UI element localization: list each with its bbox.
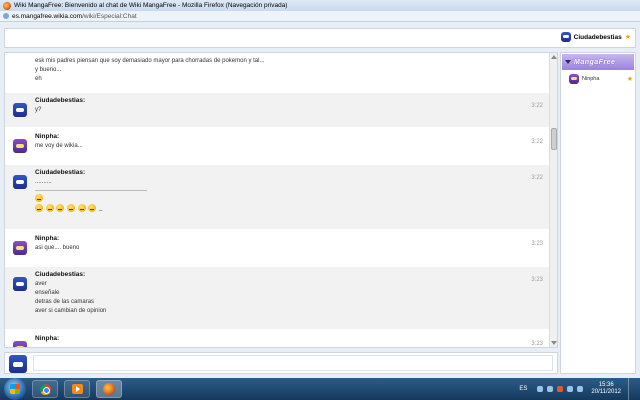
avatar[interactable] (13, 341, 27, 347)
message-line: aver (35, 281, 47, 287)
globe-icon (3, 13, 9, 19)
address-bar[interactable]: es.mangafree.wikia.com/wiki/Especial:Cha… (0, 11, 640, 22)
avatar (560, 32, 571, 42)
current-user[interactable]: Ciudadebestias ★ (560, 32, 631, 42)
chrome-icon (39, 383, 51, 395)
chat-app: Ciudadebestias ★ esk mis padres piensan … (0, 22, 640, 378)
emoticon-icon (56, 203, 65, 212)
message-user[interactable]: Ninpha: (35, 133, 545, 140)
message-time: 3:23 (531, 241, 543, 247)
room-header[interactable]: MangaFree (562, 54, 634, 70)
clock[interactable]: 15:36 20/11/2012 (591, 382, 621, 396)
chevron-down-icon (565, 60, 571, 64)
taskbar: ES 15:36 20/11/2012 (0, 378, 640, 400)
message-line: eh (35, 76, 42, 82)
media-player-icon (71, 384, 83, 394)
emoticon-icon (77, 203, 86, 212)
message-input-row (4, 352, 558, 374)
volume-icon[interactable] (577, 386, 584, 392)
emoticon-icon (45, 203, 54, 212)
chat-message: Ciudadebestias: 3:22 y? (5, 93, 551, 127)
address-path: /wiki/Especial:Chat (82, 12, 137, 20)
message-line: asi que.... bueno (35, 245, 80, 251)
chat-message: Ciudadebestias: 3:23 aver enseñale detra… (5, 267, 551, 329)
message-line: _ (99, 205, 103, 212)
user-list-sidebar: MangaFree Ninpha ★ (560, 52, 636, 374)
avatar (569, 74, 579, 84)
clock-date: 20/11/2012 (591, 389, 621, 395)
firefox-icon (103, 383, 115, 395)
chat-message: Ciudadebestias: 3:22 .......... _ (5, 165, 551, 229)
message-time: 3:23 (531, 277, 543, 283)
message-line: enseñale (35, 290, 60, 296)
tray-icon[interactable] (547, 386, 554, 392)
star-icon: ★ (626, 76, 633, 83)
tray-icon[interactable] (557, 386, 564, 392)
emoticon-icon (35, 203, 43, 212)
emoticon-line: _ (35, 203, 545, 214)
message-time: 3:22 (531, 175, 543, 181)
system-tray: ES 15:36 20/11/2012 (519, 378, 636, 400)
user-name: Ninpha (582, 76, 600, 82)
clock-time: 15:36 (598, 382, 614, 388)
message-time: 3:22 (531, 103, 543, 109)
message-user[interactable]: Ciudadebestias: (35, 271, 545, 278)
avatar[interactable] (13, 103, 27, 117)
current-user-name: Ciudadebestias (573, 33, 622, 41)
chat-message: esk mis padres piensan que soy demasiado… (5, 53, 551, 91)
taskbar-media-player[interactable] (64, 380, 90, 398)
emoticon-line (35, 194, 545, 204)
message-line: detras de las camaras (35, 299, 95, 305)
chat-message: Ninpha: 3:23 asi que.... bueno (5, 231, 551, 265)
address-url[interactable]: es.mangafree.wikia.com/wiki/Especial:Cha… (12, 13, 137, 20)
window-title: Wiki MangaFree: Bienvenido al chat de Wi… (14, 2, 288, 9)
address-host: es.mangafree.wikia.com (12, 12, 83, 20)
tray-icon[interactable] (567, 386, 574, 392)
chat-log[interactable]: esk mis padres piensan que soy demasiado… (4, 52, 558, 348)
language-indicator[interactable]: ES (519, 386, 527, 392)
window-titlebar: Wiki MangaFree: Bienvenido al chat de Wi… (0, 0, 640, 11)
taskbar-chrome[interactable] (32, 380, 58, 398)
avatar[interactable] (13, 139, 27, 153)
star-icon: ★ (624, 34, 631, 41)
windows-start-icon (10, 384, 20, 394)
room-name: MangaFree (574, 58, 616, 66)
message-user[interactable]: Ninpha: (35, 235, 545, 242)
divider (35, 190, 147, 191)
user-list-item[interactable]: Ninpha ★ (569, 74, 633, 84)
message-user[interactable]: Ninpha: (35, 335, 545, 342)
taskbar-firefox[interactable] (96, 380, 122, 398)
message-time: 3:22 (531, 139, 543, 145)
chat-header: Ciudadebestias ★ (4, 28, 636, 48)
message-line: y bueno... (35, 67, 62, 73)
message-input[interactable] (33, 355, 553, 371)
message-line: .......... (35, 179, 52, 185)
scroll-thumb[interactable] (551, 128, 557, 150)
firefox-icon (3, 1, 11, 10)
scroll-up-arrow[interactable] (551, 55, 557, 59)
chat-message: Ninpha: 3:23 (5, 331, 551, 347)
emoticon-icon (67, 203, 76, 212)
chat-message: Ninpha: 3:22 me voy de wikia... (5, 129, 551, 163)
scroll-down-arrow[interactable] (551, 341, 557, 345)
avatar (9, 355, 27, 373)
message-user[interactable]: Ciudadebestias: (35, 97, 545, 104)
avatar[interactable] (13, 241, 27, 255)
emoticon-icon (88, 203, 97, 212)
message-line: y? (35, 107, 42, 113)
message-time: 3:23 (531, 341, 543, 347)
start-button[interactable] (4, 378, 26, 400)
message-line: esk mis padres piensan que soy demasiado… (35, 58, 265, 64)
emoticon-icon (35, 194, 43, 202)
avatar[interactable] (13, 175, 27, 189)
show-desktop-button[interactable] (628, 378, 636, 400)
chat-scrollbar[interactable] (549, 53, 557, 347)
tray-icon[interactable] (537, 386, 544, 392)
message-line: me voy de wikia... (35, 143, 83, 149)
message-line: aver si cambian de opinion (35, 308, 107, 314)
avatar[interactable] (13, 277, 27, 291)
message-user[interactable]: Ciudadebestias: (35, 169, 545, 176)
